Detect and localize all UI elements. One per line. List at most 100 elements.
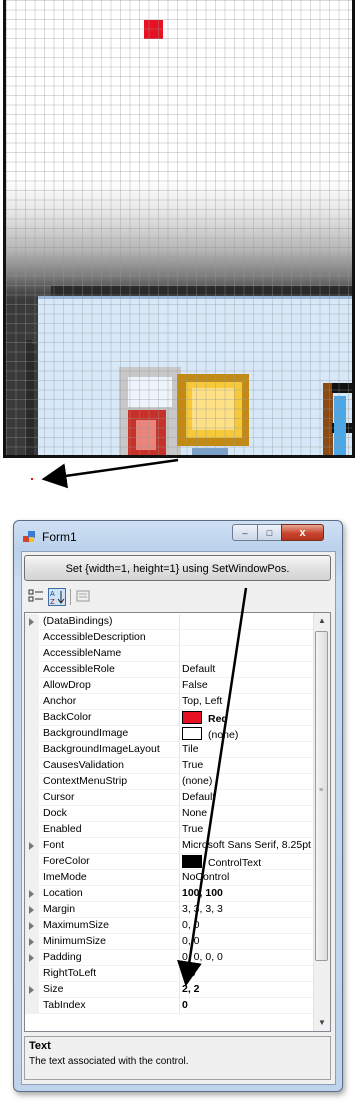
magnified-icon-blue-strip bbox=[192, 448, 228, 455]
property-name: Anchor bbox=[43, 695, 77, 707]
property-grid-toolbar: A Z bbox=[24, 586, 331, 610]
property-row[interactable]: Size 2, 2 bbox=[25, 982, 315, 998]
property-value[interactable]: 3, 3, 3, 3 bbox=[182, 903, 315, 915]
property-value[interactable]: No bbox=[182, 967, 315, 979]
property-name: ForeColor bbox=[43, 855, 90, 867]
property-value[interactable]: None bbox=[182, 807, 315, 819]
property-row[interactable]: AccessibleRole Default bbox=[25, 662, 315, 678]
expand-arrow-icon[interactable] bbox=[29, 906, 34, 914]
property-value[interactable]: Default bbox=[182, 663, 315, 675]
property-value-text: 100, 100 bbox=[182, 887, 223, 899]
maximize-button[interactable]: □ bbox=[257, 524, 282, 541]
property-row[interactable]: MinimumSize 0, 0 bbox=[25, 934, 315, 950]
property-row[interactable]: BackgroundImageLayout Tile bbox=[25, 742, 315, 758]
magnified-frame-top bbox=[51, 286, 352, 296]
property-row[interactable]: TabIndex 0 bbox=[25, 998, 315, 1014]
property-row[interactable]: AccessibleName bbox=[25, 646, 315, 662]
scroll-up-icon[interactable]: ▲ bbox=[314, 613, 330, 629]
property-name: CausesValidation bbox=[43, 759, 124, 771]
row-margin bbox=[25, 710, 39, 726]
property-value[interactable]: True bbox=[182, 759, 315, 771]
property-value[interactable]: (none) bbox=[182, 775, 315, 787]
property-value[interactable]: Microsoft Sans Serif, 8.25pt bbox=[182, 839, 315, 851]
alphabetical-icon: A Z bbox=[50, 590, 65, 606]
property-row[interactable]: Location 100, 100 bbox=[25, 886, 315, 902]
property-row[interactable]: Margin 3, 3, 3, 3 bbox=[25, 902, 315, 918]
property-row[interactable]: Enabled True bbox=[25, 822, 315, 838]
magnified-icon-white-box bbox=[128, 377, 172, 407]
property-value-text: True bbox=[182, 823, 204, 835]
close-button[interactable]: x bbox=[281, 524, 324, 541]
property-value[interactable]: Tile bbox=[182, 743, 315, 755]
property-value[interactable]: NoControl bbox=[182, 871, 315, 883]
property-row[interactable]: ForeColor ControlText bbox=[25, 854, 315, 870]
expand-arrow-icon[interactable] bbox=[29, 842, 34, 850]
property-value[interactable]: 0, 0 bbox=[182, 935, 315, 947]
scroll-down-icon[interactable]: ▼ bbox=[314, 1015, 330, 1031]
property-row[interactable]: (DataBindings) bbox=[25, 614, 315, 630]
row-margin bbox=[25, 694, 39, 710]
property-value-text: Default bbox=[182, 663, 216, 675]
toolbar-separator bbox=[70, 589, 71, 605]
magnified-right-brown bbox=[323, 383, 333, 455]
property-row[interactable]: Cursor Default bbox=[25, 790, 315, 806]
form-icon bbox=[23, 531, 35, 542]
property-row[interactable]: AccessibleDescription bbox=[25, 630, 315, 646]
property-value[interactable]: 100, 100 bbox=[182, 887, 315, 899]
property-value[interactable]: Red bbox=[182, 711, 315, 725]
property-value-text: 2, 2 bbox=[182, 983, 200, 995]
expand-arrow-icon[interactable] bbox=[29, 922, 34, 930]
property-row[interactable]: ContextMenuStrip (none) bbox=[25, 774, 315, 790]
property-row[interactable]: CausesValidation True bbox=[25, 758, 315, 774]
property-row[interactable]: Anchor Top, Left bbox=[25, 694, 315, 710]
row-margin bbox=[25, 678, 39, 694]
property-value-text: (none) bbox=[182, 775, 213, 787]
property-pages-icon bbox=[76, 590, 90, 602]
property-value[interactable]: Top, Left bbox=[182, 695, 315, 707]
property-row[interactable]: MaximumSize 0, 0 bbox=[25, 918, 315, 934]
property-value[interactable]: True bbox=[182, 823, 315, 835]
magnifier-view bbox=[3, 0, 355, 458]
property-row[interactable]: ImeMode NoControl bbox=[25, 870, 315, 886]
property-row[interactable]: BackColor Red bbox=[25, 710, 315, 726]
close-icon: x bbox=[299, 526, 306, 539]
description-title: Text bbox=[29, 1040, 51, 1052]
property-value[interactable]: Default bbox=[182, 791, 315, 803]
expand-arrow-icon[interactable] bbox=[29, 986, 34, 994]
property-value[interactable]: ControlText bbox=[182, 855, 315, 869]
property-name: Font bbox=[43, 839, 65, 851]
expand-arrow-icon[interactable] bbox=[29, 618, 34, 626]
property-row[interactable]: Padding 0, 0, 0, 0 bbox=[25, 950, 315, 966]
expand-arrow-icon[interactable] bbox=[29, 890, 34, 898]
set-window-pos-button[interactable]: Set {width=1, height=1} using SetWindowP… bbox=[24, 555, 331, 581]
row-margin bbox=[25, 758, 39, 774]
property-pages-button[interactable] bbox=[74, 588, 92, 606]
alphabetical-button[interactable]: A Z bbox=[48, 588, 66, 606]
property-name: TabIndex bbox=[43, 999, 86, 1011]
property-row[interactable]: AllowDrop False bbox=[25, 678, 315, 694]
property-name: Dock bbox=[43, 807, 67, 819]
scroll-thumb[interactable]: ≡ bbox=[315, 631, 328, 961]
property-row[interactable]: Dock None bbox=[25, 806, 315, 822]
expand-arrow-icon[interactable] bbox=[29, 954, 34, 962]
expand-arrow-icon[interactable] bbox=[29, 938, 34, 946]
row-margin bbox=[25, 774, 39, 790]
row-margin bbox=[25, 966, 39, 982]
categorized-button[interactable] bbox=[27, 588, 45, 606]
property-name: AccessibleRole bbox=[43, 663, 115, 675]
property-value[interactable]: 2, 2 bbox=[182, 983, 315, 995]
property-row[interactable]: Font Microsoft Sans Serif, 8.25pt bbox=[25, 838, 315, 854]
property-row[interactable]: RightToLeft No bbox=[25, 966, 315, 982]
property-value[interactable]: 0 bbox=[182, 999, 315, 1011]
arrow-to-tiny-window bbox=[41, 458, 179, 489]
vertical-scrollbar[interactable]: ▲ ≡ ▼ bbox=[313, 613, 330, 1031]
row-margin bbox=[25, 726, 39, 742]
property-row[interactable]: BackgroundImage (none) bbox=[25, 726, 315, 742]
property-value[interactable]: 0, 0 bbox=[182, 919, 315, 931]
title-bar[interactable]: Form1 – □ x bbox=[14, 521, 342, 551]
property-value[interactable]: 0, 0, 0, 0 bbox=[182, 951, 315, 963]
property-value[interactable]: (none) bbox=[182, 727, 315, 741]
minimize-button[interactable]: – bbox=[232, 524, 258, 541]
property-name: Cursor bbox=[43, 791, 75, 803]
property-value[interactable]: False bbox=[182, 679, 315, 691]
